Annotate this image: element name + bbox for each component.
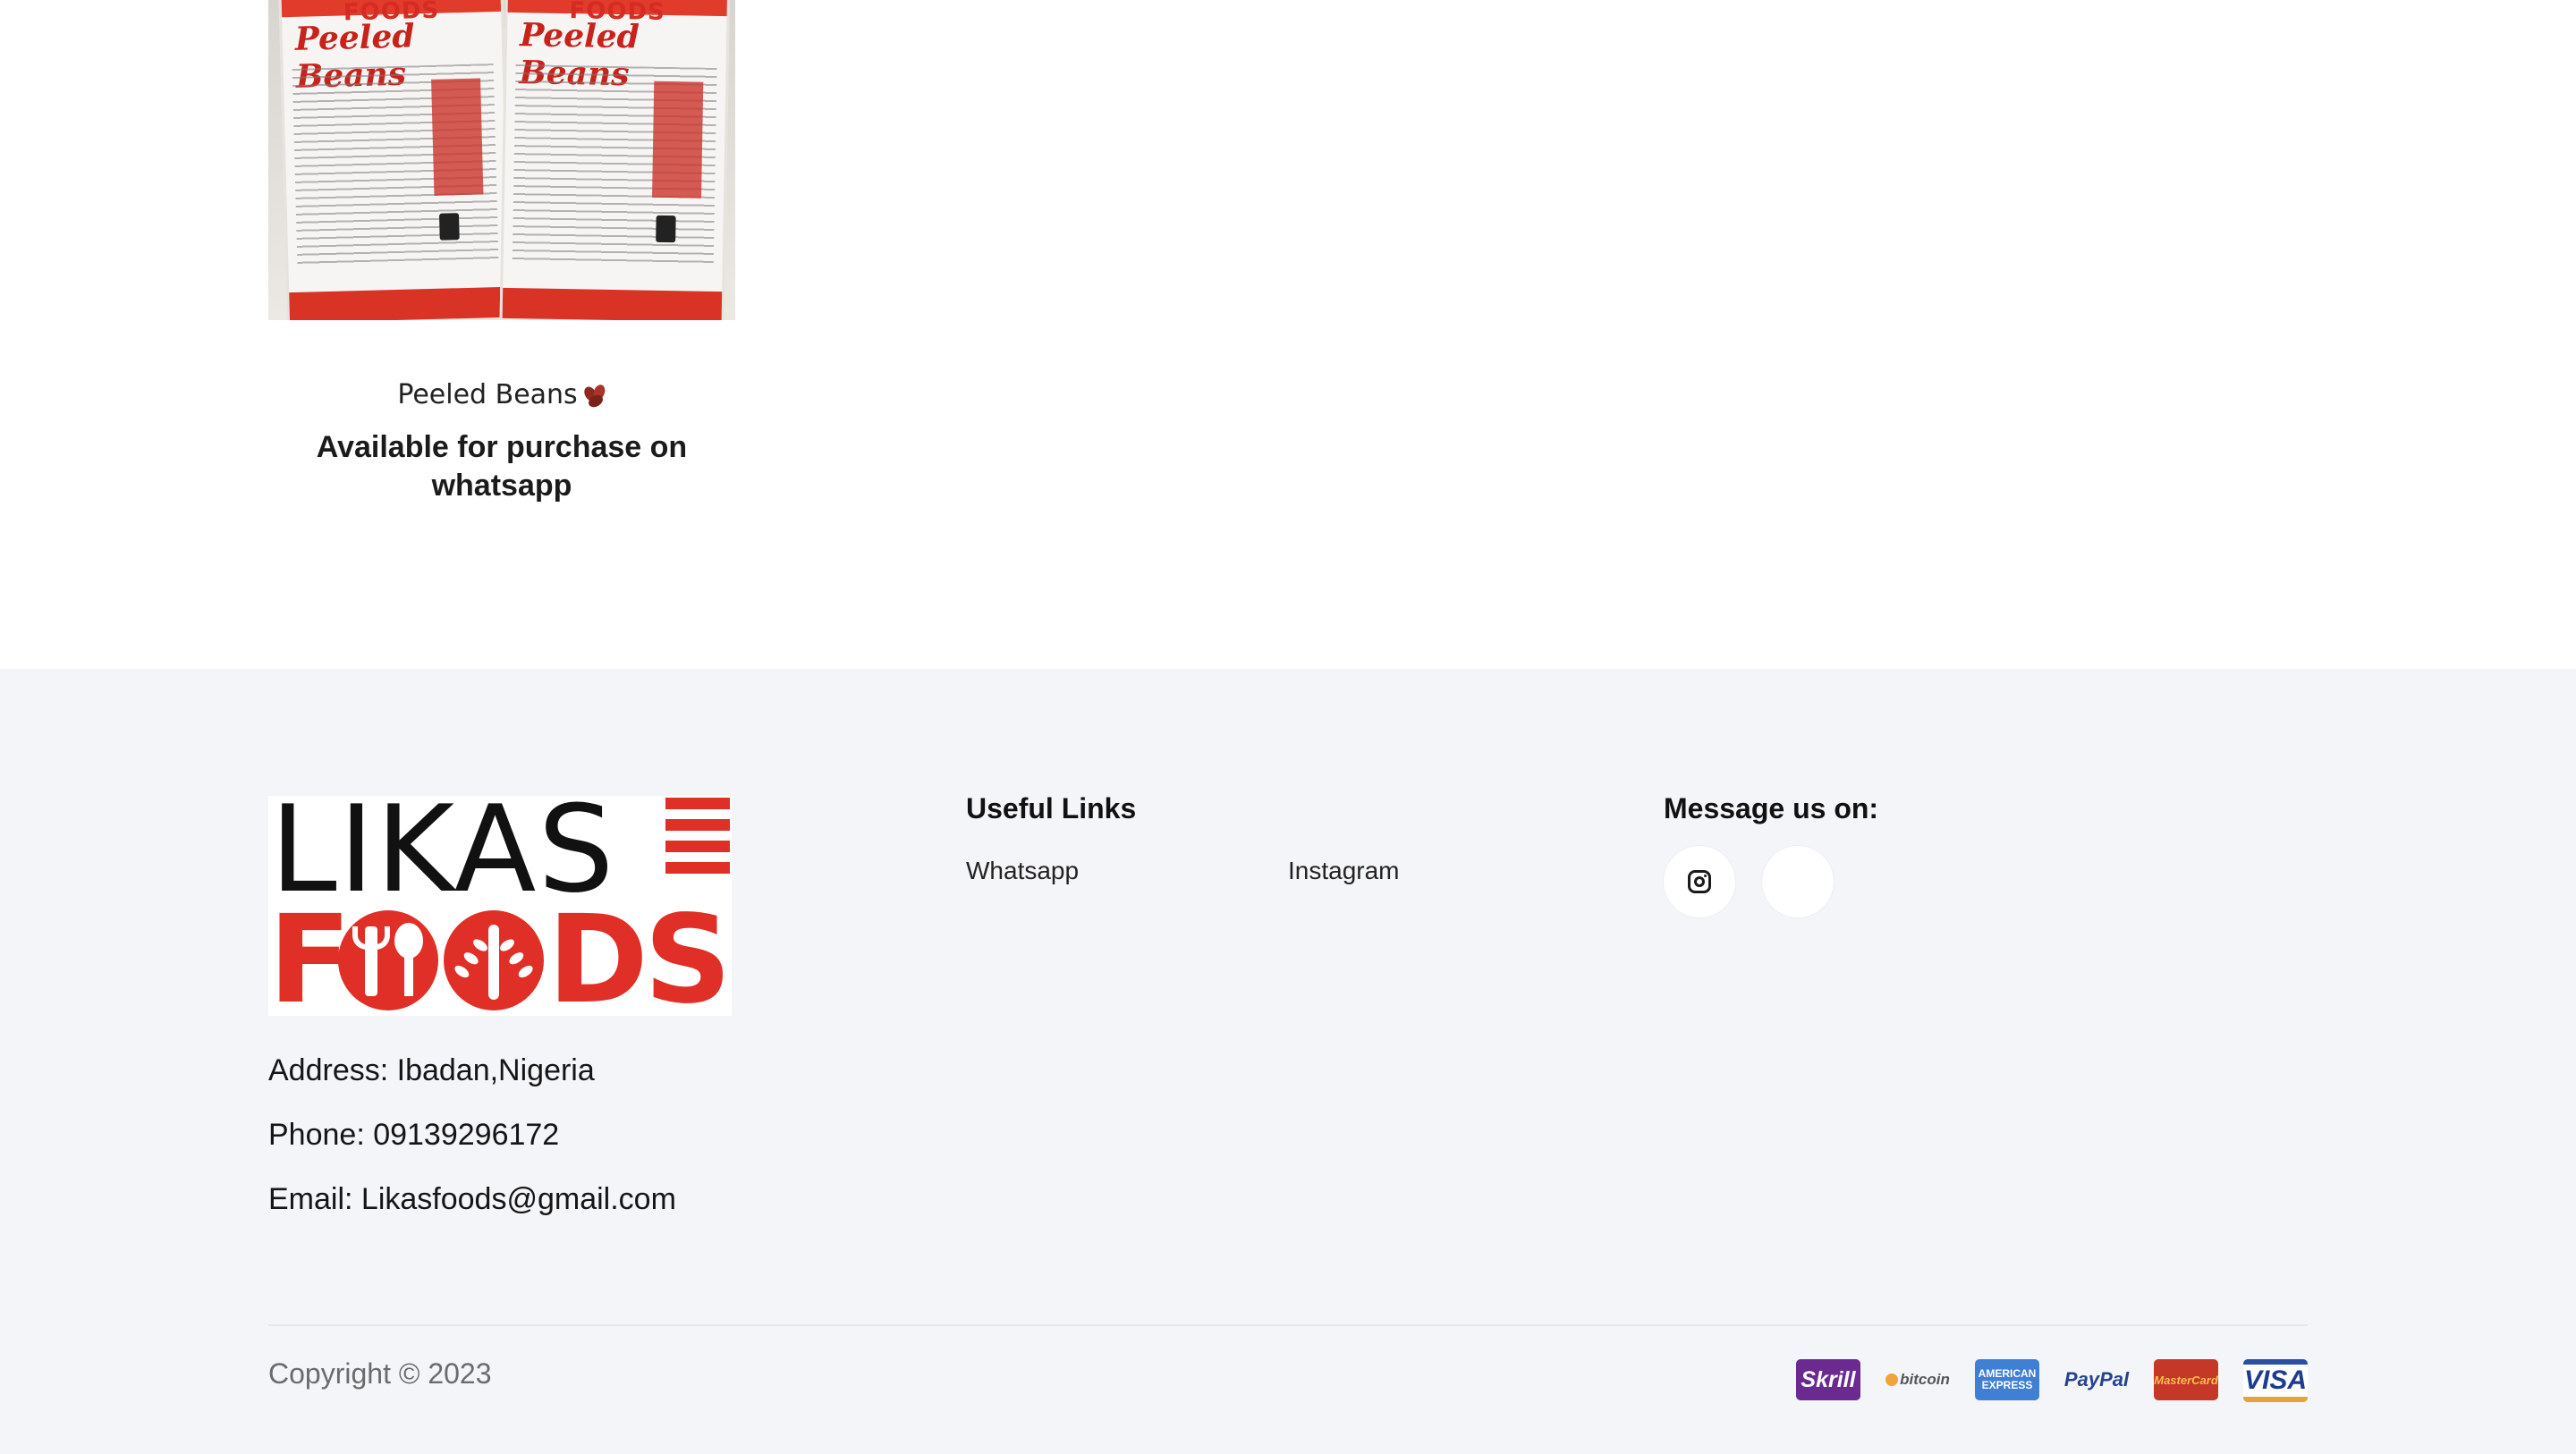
footer-link-instagram[interactable]: Instagram — [1288, 857, 1400, 885]
logo-bars — [665, 798, 730, 894]
instagram-button[interactable] — [1664, 846, 1735, 917]
product-bag: FOODS Peeled Beans — [499, 0, 731, 320]
cutlery-icon — [338, 910, 438, 1010]
logo-line2: F D S — [268, 890, 732, 1031]
instagram-icon — [1688, 870, 1711, 893]
product-availability: Available for purchase on whatsapp — [316, 430, 688, 503]
bitcoin-icon: bitcoin — [1885, 1359, 1950, 1400]
skrill-icon: Skrill — [1796, 1359, 1860, 1400]
product-section: FOODS Peeled Beans FOODS Peeled Beans Pe… — [0, 0, 2576, 669]
footer-divider — [268, 1324, 2308, 1326]
social-button[interactable] — [1762, 846, 1834, 917]
message-us-heading: Message us on: — [1664, 792, 1879, 824]
product-image[interactable]: FOODS Peeled Beans FOODS Peeled Beans — [268, 0, 735, 320]
site-footer: LIKAS F D S Address: Ibadan,Nigeria Phon… — [0, 669, 2576, 1454]
likas-foods-logo[interactable]: LIKAS F D S — [268, 780, 732, 1031]
beans-icon — [581, 383, 607, 410]
visa-icon: VISA — [2243, 1359, 2308, 1402]
logo-line1: LIKAS — [270, 780, 616, 919]
trash-bin-icon — [656, 215, 676, 243]
copyright-text: Copyright © 2023 — [268, 1357, 492, 1390]
footer-phone: Phone: 09139296172 — [268, 1118, 560, 1152]
trash-bin-icon — [438, 213, 460, 241]
product-title-text: Peeled Beans — [397, 379, 578, 410]
footer-email: Email: Likasfoods@gmail.com — [268, 1182, 676, 1216]
useful-links-heading: Useful Links — [966, 792, 1137, 824]
footer-link-whatsapp[interactable]: Whatsapp — [966, 857, 1079, 885]
wheat-icon — [444, 910, 544, 1010]
product-bag: FOODS Peeled Beans — [277, 0, 513, 320]
product-caption: Peeled Beans Available for purchase on w… — [268, 376, 735, 505]
mastercard-icon: MasterCard — [2154, 1359, 2218, 1400]
american-express-icon: AMERICAN EXPRESS — [1975, 1359, 2039, 1400]
footer-address: Address: Ibadan,Nigeria — [268, 1053, 595, 1087]
product-title[interactable]: Peeled Beans — [268, 379, 735, 410]
paypal-icon: PayPal — [2063, 1368, 2130, 1391]
